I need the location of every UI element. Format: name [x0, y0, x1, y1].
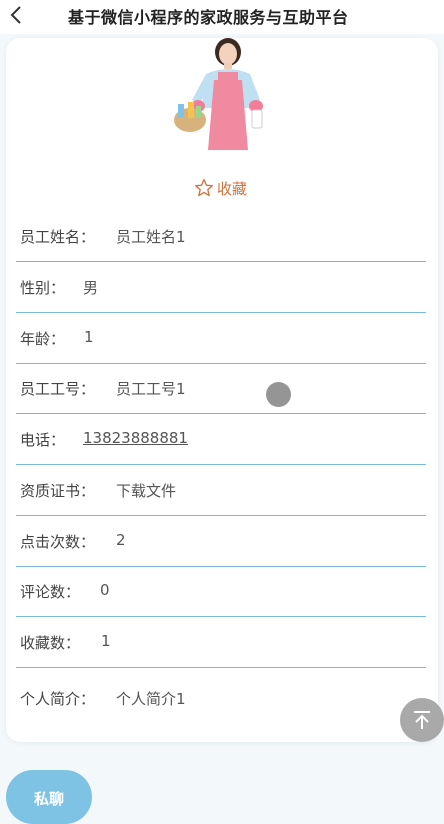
back-to-top-button[interactable] — [400, 698, 444, 742]
private-chat-label: 私聊 — [33, 790, 64, 808]
field-staff-name: 员工姓名： 员工姓名1 — [6, 212, 426, 262]
field-value: 员工工号1 — [116, 380, 186, 398]
header-bar: 基于微信小程序的家政服务与互助平台 — [0, 0, 444, 34]
field-label: 收藏数： — [20, 634, 81, 652]
touch-indicator — [266, 382, 291, 407]
staff-photo — [162, 38, 290, 156]
field-label: 性别： — [20, 279, 66, 297]
staff-detail-card: 收藏 员工姓名： 员工姓名1 性别： 男 年龄： 1 员工工号： 员工工号1 电… — [6, 38, 438, 742]
field-label: 年龄： — [20, 330, 66, 348]
back-button[interactable] — [4, 2, 28, 28]
field-value: 1 — [84, 328, 94, 346]
field-certificate: 资质证书： 下载文件 — [6, 466, 426, 516]
field-gender: 性别： 男 — [6, 263, 426, 313]
download-file-link[interactable]: 下载文件 — [116, 480, 176, 501]
field-value: 1 — [101, 632, 111, 650]
field-value: 2 — [116, 531, 126, 549]
divider — [16, 464, 426, 465]
page-title: 基于微信小程序的家政服务与互助平台 — [68, 8, 349, 27]
field-bio: 个人简介： 个人简介1 — [6, 674, 426, 724]
arrow-up-to-top-icon — [414, 711, 430, 729]
field-label: 资质证书： — [20, 482, 96, 500]
divider — [16, 312, 426, 313]
divider — [16, 413, 426, 414]
field-label: 员工工号： — [20, 380, 96, 398]
field-label: 员工姓名： — [20, 228, 96, 246]
divider — [16, 515, 426, 516]
star-outline-icon — [195, 179, 213, 197]
field-click-count: 点击次数： 2 — [6, 517, 426, 567]
field-age: 年龄： 1 — [6, 314, 426, 364]
field-label: 个人简介： — [20, 690, 96, 708]
field-label: 点击次数： — [20, 533, 96, 551]
field-value: 员工姓名1 — [116, 228, 186, 246]
phone-link[interactable]: 13823888881 — [83, 429, 188, 447]
divider — [16, 261, 426, 262]
field-staff-id: 员工工号： 员工工号1 — [6, 364, 426, 414]
divider — [16, 616, 426, 617]
favorite-label: 收藏 — [217, 179, 248, 198]
field-comment-count: 评论数： 0 — [6, 567, 426, 617]
private-chat-button[interactable]: 私聊 — [6, 770, 92, 824]
field-value: 个人简介1 — [116, 690, 186, 708]
chevron-left-icon — [10, 6, 21, 24]
field-label: 评论数： — [20, 583, 81, 601]
field-favorite-count: 收藏数： 1 — [6, 618, 426, 668]
field-label: 电话： — [20, 431, 66, 449]
field-phone: 电话： 13823888881 — [6, 415, 426, 465]
field-value: 男 — [83, 279, 99, 297]
field-value: 0 — [100, 581, 110, 599]
favorite-button[interactable]: 收藏 — [194, 176, 247, 200]
divider — [16, 667, 426, 668]
